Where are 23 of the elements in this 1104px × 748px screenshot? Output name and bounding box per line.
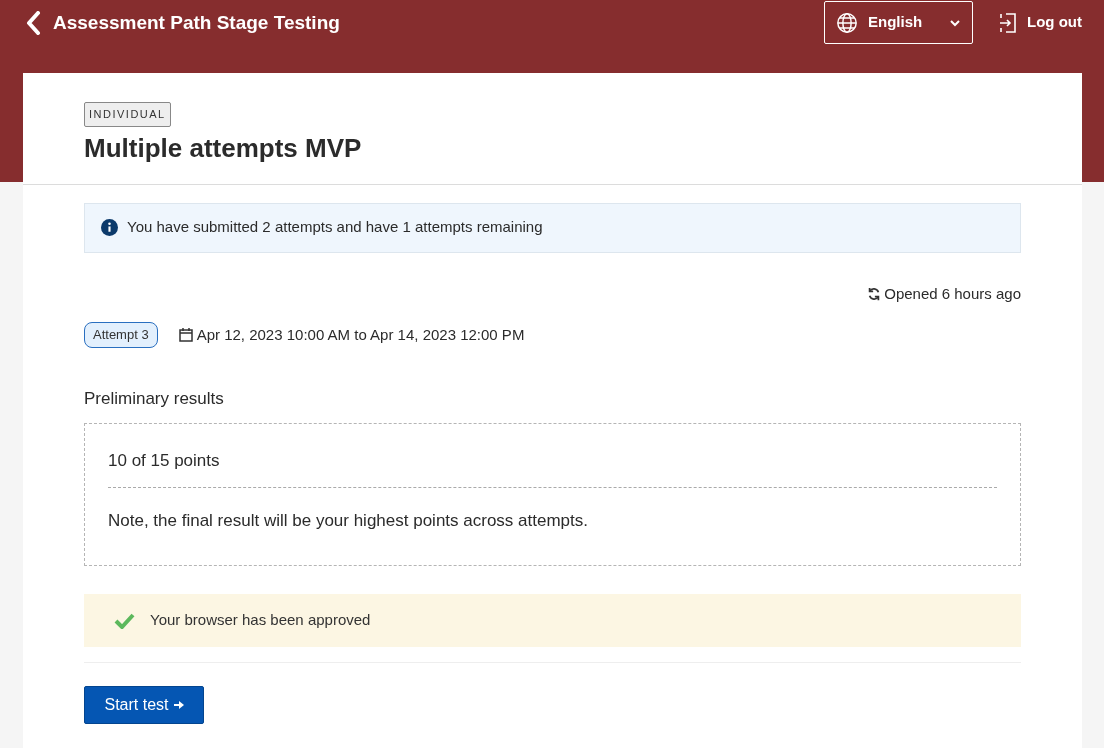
start-test-button[interactable]: Start test — [84, 686, 204, 724]
browser-check-message: Your browser has been approved — [150, 610, 371, 631]
attempt-dates: Apr 12, 2023 10:00 AM to Apr 14, 2023 12:00 PM — [196, 324, 525, 345]
result-note: Note, the final result will be your highest points across attempts. — [108, 509, 589, 532]
logout-icon — [999, 12, 1017, 33]
attempt-badge: Attempt 3 — [84, 322, 158, 348]
arrow-right-icon — [173, 700, 184, 710]
chevron-down-icon — [949, 18, 961, 27]
logout-button[interactable]: Log out — [999, 11, 1082, 34]
back-chevron-icon[interactable] — [25, 11, 41, 36]
opened-time: Opened 6 hours ago — [884, 283, 1021, 304]
language-dropdown[interactable]: English — [824, 1, 973, 44]
checkmark-icon — [114, 612, 135, 629]
calendar-icon — [178, 327, 193, 343]
info-message: You have submitted 2 attempts and have 1 attempts remaining — [127, 217, 543, 238]
type-badge: INDIVIDUAL — [84, 102, 171, 127]
page-title: Assessment Path Stage Testing — [53, 11, 340, 35]
info-icon — [101, 219, 118, 236]
globe-icon — [836, 11, 858, 34]
score-text: 10 of 15 points — [108, 448, 997, 488]
refresh-icon — [867, 286, 882, 301]
assessment-title: Multiple attempts MVP — [84, 131, 363, 165]
results-heading: Preliminary results — [84, 387, 225, 410]
